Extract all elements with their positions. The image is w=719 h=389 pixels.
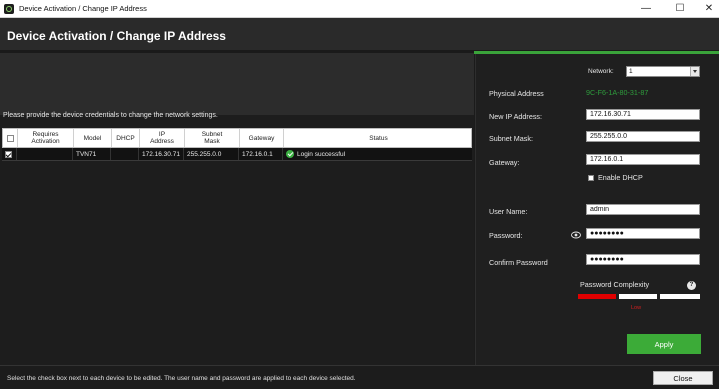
enable-dhcp-label: Enable DHCP [598, 173, 643, 182]
confirm-password-input[interactable] [586, 254, 700, 265]
chevron-down-icon[interactable] [690, 67, 699, 76]
physical-address-value: 9C-F6-1A-80-31-87 [586, 88, 649, 97]
device-list-panel [0, 53, 474, 365]
subnet-mask-input[interactable] [586, 131, 700, 142]
column-subnet-mask[interactable]: Subnet Mask [185, 129, 240, 147]
app-logo-icon [4, 4, 14, 14]
column-ip-address[interactable]: IP Address [140, 129, 185, 147]
username-label: User Name: [489, 207, 528, 216]
new-ip-input[interactable] [586, 109, 700, 120]
row-checkbox[interactable] [5, 150, 12, 158]
password-complexity-label: Password Complexity [580, 280, 650, 289]
enable-dhcp-toggle[interactable]: Enable DHCP [588, 173, 643, 182]
username-input[interactable] [586, 204, 700, 215]
new-ip-label: New IP Address: [489, 112, 542, 121]
cell-gateway: 172.16.0.1 [239, 148, 283, 160]
device-list-top-area [0, 53, 474, 115]
cell-ip-address: 172.16.30.71 [139, 148, 184, 160]
page-title: Device Activation / Change IP Address [7, 29, 226, 43]
minimize-button[interactable]: — [631, 0, 661, 18]
select-all-checkbox[interactable] [6, 134, 14, 142]
status-text: Login successful [297, 150, 346, 158]
window-title-bar: Device Activation / Change IP Address — … [0, 0, 719, 18]
network-dropdown[interactable]: 1 [626, 66, 700, 77]
password-label: Password: [489, 231, 523, 240]
cell-status: Login successful [283, 148, 472, 160]
header-select-all[interactable] [3, 129, 18, 147]
password-input[interactable] [586, 228, 700, 239]
column-dhcp[interactable]: DHCP [112, 129, 140, 147]
enable-dhcp-checkbox[interactable] [588, 174, 594, 181]
help-icon[interactable]: ? [687, 281, 696, 290]
table-row[interactable]: TVN71 172.16.30.71 255.255.0.0 172.16.0.… [2, 148, 472, 161]
table-header: Requires Activation Model DHCP IP Address … [2, 128, 472, 148]
confirm-password-label: Confirm Password [489, 258, 548, 267]
footer-bar: Select the check box next to each device… [0, 365, 719, 389]
page-header: Device Activation / Change IP Address [0, 18, 719, 50]
row-select-cell[interactable] [2, 148, 17, 160]
footer-hint: Select the check box next to each device… [7, 375, 356, 382]
window-close-button[interactable]: ✕ [694, 0, 719, 18]
network-settings-panel: Network: 1 Physical Address 9C-F6-1A-80-… [475, 54, 719, 365]
cell-subnet-mask: 255.255.0.0 [184, 148, 239, 160]
physical-address-label: Physical Address [489, 89, 544, 98]
window-title: Device Activation / Change IP Address [19, 4, 147, 13]
complexity-segment-3 [660, 294, 700, 299]
check-circle-icon [286, 150, 294, 158]
maximize-button[interactable]: ☐ [665, 0, 695, 18]
gateway-label: Gateway: [489, 158, 520, 167]
complexity-level-text: Low [631, 305, 642, 311]
network-dropdown-value: 1 [629, 68, 633, 75]
network-label: Network: [588, 68, 614, 75]
eye-icon[interactable] [571, 231, 581, 239]
instruction-text: Please provide the device credentials to… [3, 112, 218, 119]
subnet-mask-label: Subnet Mask: [489, 134, 533, 143]
column-status[interactable]: Status [284, 129, 473, 147]
column-requires-activation[interactable]: Requires Activation [18, 129, 74, 147]
complexity-segment-1 [578, 294, 616, 299]
cell-requires-activation [17, 148, 73, 160]
apply-button[interactable]: Apply [627, 334, 701, 354]
cell-dhcp [111, 148, 139, 160]
close-button[interactable]: Close [653, 371, 713, 385]
complexity-segment-2 [619, 294, 657, 299]
column-model[interactable]: Model [74, 129, 112, 147]
column-gateway[interactable]: Gateway [240, 129, 284, 147]
cell-model: TVN71 [73, 148, 111, 160]
gateway-input[interactable] [586, 154, 700, 165]
